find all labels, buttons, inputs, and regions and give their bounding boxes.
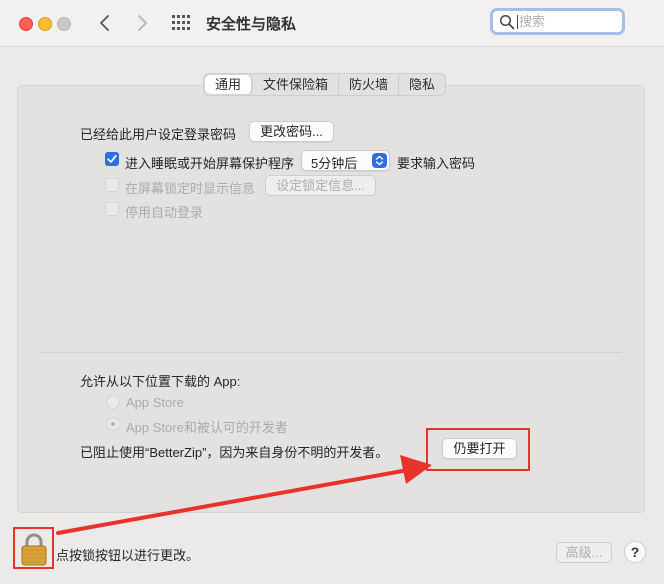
preferences-window: 安全性与隐私 搜索 通用 文件保险箱 防火墙 隐私 已经给此用户设定登录密码 更… — [0, 0, 664, 584]
annotation-arrow-icon — [56, 455, 432, 535]
